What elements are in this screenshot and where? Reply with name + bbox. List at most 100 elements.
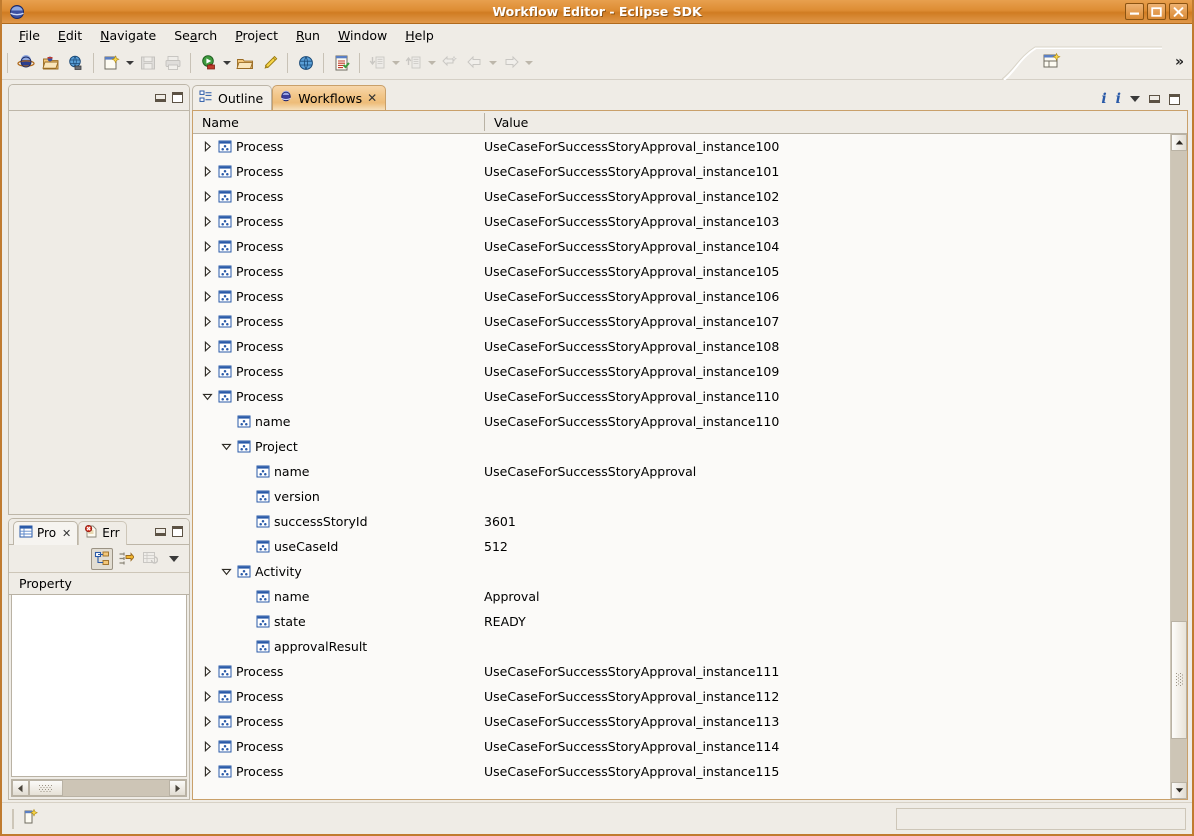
- info-icon[interactable]: i: [1101, 91, 1106, 107]
- twisty-collapsed-icon[interactable]: [201, 215, 214, 228]
- view-menu-icon[interactable]: [1130, 96, 1140, 102]
- run-icon[interactable]: [196, 51, 221, 75]
- tab-properties[interactable]: Pro ✕: [13, 521, 78, 545]
- twisty-collapsed-icon[interactable]: [201, 715, 214, 728]
- twisty-expanded-icon[interactable]: [201, 390, 214, 403]
- menu-search[interactable]: Search: [165, 26, 226, 45]
- new-element-icon[interactable]: [22, 808, 40, 829]
- tree-row[interactable]: ProcessUseCaseForSuccessStoryApproval_in…: [193, 759, 1170, 784]
- tree-row[interactable]: ProcessUseCaseForSuccessStoryApproval_in…: [193, 184, 1170, 209]
- tree-row[interactable]: ProcessUseCaseForSuccessStoryApproval_in…: [193, 334, 1170, 359]
- globe-search-icon[interactable]: [63, 51, 88, 75]
- scrollbar-track[interactable]: [63, 780, 169, 796]
- show-advanced-icon[interactable]: [115, 548, 137, 570]
- tree-row[interactable]: ProcessUseCaseForSuccessStoryApproval_in…: [193, 134, 1170, 159]
- close-icon[interactable]: ✕: [367, 91, 377, 105]
- tree-row[interactable]: ProcessUseCaseForSuccessStoryApproval_in…: [193, 309, 1170, 334]
- twisty-collapsed-icon[interactable]: [201, 340, 214, 353]
- scroll-left-button[interactable]: [12, 780, 29, 796]
- tree-row[interactable]: ProcessUseCaseForSuccessStoryApproval_in…: [193, 384, 1170, 409]
- scroll-right-button[interactable]: [169, 780, 186, 796]
- twisty-collapsed-icon[interactable]: [201, 365, 214, 378]
- twisty-collapsed-icon[interactable]: [201, 290, 214, 303]
- open-folder-icon[interactable]: [38, 51, 63, 75]
- scrollbar-thumb[interactable]: [29, 780, 63, 796]
- tree-row[interactable]: ProcessUseCaseForSuccessStoryApproval_in…: [193, 209, 1170, 234]
- tree-row[interactable]: ProcessUseCaseForSuccessStoryApproval_in…: [193, 659, 1170, 684]
- menu-help[interactable]: Help: [396, 26, 443, 45]
- close-button[interactable]: [1169, 3, 1188, 20]
- new-perspective-icon[interactable]: [1042, 51, 1062, 74]
- tree-row[interactable]: Project: [193, 434, 1170, 459]
- chevron-down-icon[interactable]: [221, 51, 232, 75]
- tree-vertical-scrollbar[interactable]: [1170, 134, 1187, 799]
- tree-row[interactable]: Activity: [193, 559, 1170, 584]
- scrollbar-track-lower[interactable]: [1171, 739, 1187, 782]
- scrollbar-track-upper[interactable]: [1171, 151, 1187, 621]
- menu-window[interactable]: Window: [329, 26, 396, 45]
- tree-row[interactable]: useCaseId512: [193, 534, 1170, 559]
- open-folder-icon[interactable]: [232, 51, 257, 75]
- tree-row[interactable]: stateREADY: [193, 609, 1170, 634]
- scrollbar-thumb[interactable]: [1171, 621, 1187, 739]
- properties-table-body[interactable]: [11, 595, 187, 777]
- tree-row[interactable]: nameApproval: [193, 584, 1170, 609]
- minimize-icon[interactable]: [155, 528, 166, 536]
- scroll-up-button[interactable]: [1171, 134, 1187, 151]
- maximize-icon[interactable]: [172, 92, 183, 103]
- menu-edit[interactable]: Edit: [49, 26, 91, 45]
- twisty-expanded-icon[interactable]: [220, 440, 233, 453]
- twisty-collapsed-icon[interactable]: [201, 690, 214, 703]
- twisty-collapsed-icon[interactable]: [201, 165, 214, 178]
- tree-row[interactable]: ProcessUseCaseForSuccessStoryApproval_in…: [193, 734, 1170, 759]
- tab-error-log[interactable]: Err: [78, 521, 126, 545]
- tab-outline[interactable]: Outline: [192, 85, 272, 110]
- tree-row[interactable]: ProcessUseCaseForSuccessStoryApproval_in…: [193, 284, 1170, 309]
- toolbar-overflow-button[interactable]: »: [1175, 54, 1182, 70]
- twisty-collapsed-icon[interactable]: [201, 665, 214, 678]
- tree-row[interactable]: ProcessUseCaseForSuccessStoryApproval_in…: [193, 259, 1170, 284]
- maximize-icon[interactable]: [172, 526, 183, 537]
- tree-row[interactable]: nameUseCaseForSuccessStoryApproval_insta…: [193, 409, 1170, 434]
- twisty-collapsed-icon[interactable]: [201, 265, 214, 278]
- twisty-expanded-icon[interactable]: [220, 565, 233, 578]
- show-categories-icon[interactable]: [91, 548, 113, 570]
- menu-project[interactable]: Project: [226, 26, 287, 45]
- info-icon[interactable]: i: [1116, 91, 1121, 107]
- menu-run[interactable]: Run: [287, 26, 329, 45]
- outline-view-content[interactable]: [9, 111, 189, 514]
- maximize-button[interactable]: [1147, 3, 1166, 20]
- menu-navigate[interactable]: Navigate: [91, 26, 165, 45]
- tree-row[interactable]: ProcessUseCaseForSuccessStoryApproval_in…: [193, 159, 1170, 184]
- globe-icon[interactable]: [293, 51, 318, 75]
- minimize-icon[interactable]: [155, 94, 166, 102]
- twisty-collapsed-icon[interactable]: [201, 765, 214, 778]
- twisty-collapsed-icon[interactable]: [201, 240, 214, 253]
- tree-row[interactable]: approvalResult: [193, 634, 1170, 659]
- close-icon[interactable]: ✕: [62, 527, 71, 540]
- properties-horizontal-scrollbar[interactable]: [11, 779, 187, 797]
- tree-row[interactable]: version: [193, 484, 1170, 509]
- workflows-tree-body[interactable]: ProcessUseCaseForSuccessStoryApproval_in…: [193, 134, 1170, 799]
- twisty-collapsed-icon[interactable]: [201, 315, 214, 328]
- scroll-down-button[interactable]: [1171, 782, 1187, 799]
- task-list-icon[interactable]: [329, 51, 354, 75]
- tree-row[interactable]: ProcessUseCaseForSuccessStoryApproval_in…: [193, 359, 1170, 384]
- chevron-down-icon[interactable]: [124, 51, 135, 75]
- tree-row[interactable]: ProcessUseCaseForSuccessStoryApproval_in…: [193, 684, 1170, 709]
- tree-row[interactable]: ProcessUseCaseForSuccessStoryApproval_in…: [193, 709, 1170, 734]
- twisty-collapsed-icon[interactable]: [201, 740, 214, 753]
- maximize-icon[interactable]: [1169, 94, 1180, 105]
- twisty-collapsed-icon[interactable]: [201, 140, 214, 153]
- pencil-icon[interactable]: [257, 51, 282, 75]
- column-header-name[interactable]: Name: [193, 115, 484, 130]
- minimize-icon[interactable]: [1149, 95, 1160, 103]
- view-menu-icon[interactable]: [163, 548, 185, 570]
- new-wizard-icon[interactable]: [99, 51, 124, 75]
- column-header-value[interactable]: Value: [485, 115, 528, 130]
- tree-row[interactable]: nameUseCaseForSuccessStoryApproval: [193, 459, 1170, 484]
- tree-row[interactable]: ProcessUseCaseForSuccessStoryApproval_in…: [193, 234, 1170, 259]
- tab-workflows[interactable]: Workflows ✕: [272, 85, 386, 110]
- eclipse-saturn-icon[interactable]: [13, 51, 38, 75]
- menu-file[interactable]: File: [10, 26, 49, 45]
